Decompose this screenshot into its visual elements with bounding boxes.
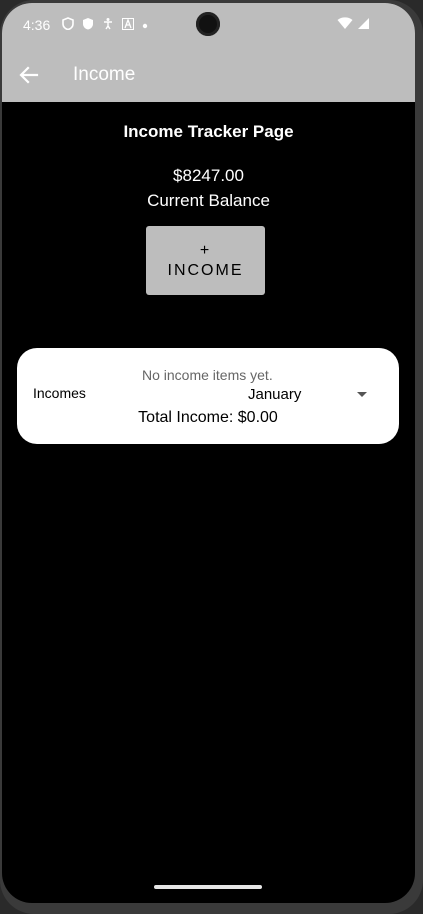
app-bar: Income <box>2 49 415 102</box>
notification-icons <box>62 17 148 33</box>
status-bar: 4:36 <box>2 3 415 49</box>
incomes-label: Incomes <box>33 385 86 401</box>
balance-amount: $8247.00 <box>173 166 244 185</box>
dropdown-arrow-icon <box>357 392 367 397</box>
add-income-plus: + <box>199 241 212 259</box>
wifi-icon <box>337 17 353 35</box>
status-time: 4:36 <box>23 17 51 33</box>
month-dropdown-value: January <box>248 386 302 403</box>
back-button[interactable] <box>16 62 42 88</box>
balance-label: Current Balance <box>147 191 270 210</box>
device-frame: 4:36 Income Income Tracker Page $8247.00… <box>0 0 423 914</box>
arrow-back-icon <box>19 66 39 84</box>
home-indicator[interactable] <box>154 885 262 889</box>
empty-income-message: No income items yet. <box>142 367 273 383</box>
add-income-label: INCOME <box>167 261 244 279</box>
shield-filled-icon <box>82 17 94 33</box>
add-income-button[interactable]: + INCOME <box>146 226 265 295</box>
total-income: Total Income: $0.00 <box>138 409 278 426</box>
screen: 4:36 Income Income Tracker Page $8247.00… <box>2 3 415 903</box>
cellular-signal-icon <box>357 17 370 35</box>
accessibility-icon <box>102 17 114 33</box>
app-bar-title: Income <box>73 64 136 85</box>
front-camera <box>196 12 220 36</box>
system-icons <box>337 17 370 35</box>
shield-outline-icon <box>62 17 74 33</box>
page-title: Income Tracker Page <box>123 122 294 141</box>
income-card: Incomes No income items yet. January Tot… <box>17 348 399 444</box>
app-a-icon <box>122 17 134 33</box>
month-dropdown[interactable]: January <box>246 386 367 408</box>
dot-icon <box>142 18 148 32</box>
